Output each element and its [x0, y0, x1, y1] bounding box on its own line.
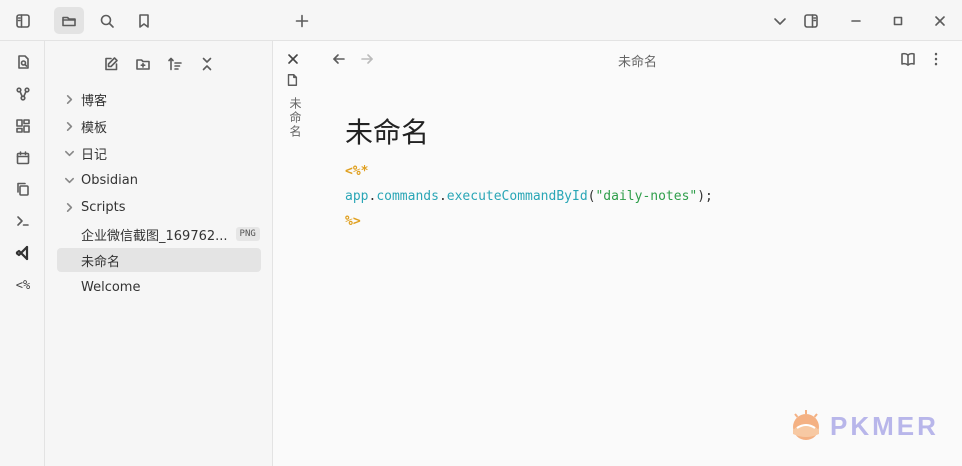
view-title: 未命名	[617, 55, 657, 70]
sidebar-right-icon	[803, 13, 819, 29]
close-icon	[932, 13, 948, 29]
file-type-badge: PNG	[235, 227, 260, 241]
template-open-tag[interactable]: <%*	[345, 164, 368, 179]
minimize-icon	[848, 13, 864, 29]
close-icon	[285, 51, 301, 67]
canvas-button[interactable]	[9, 112, 37, 140]
maximize-window-button[interactable]	[883, 7, 913, 34]
tree-file[interactable]: Welcome	[57, 275, 261, 299]
plus-icon	[294, 13, 310, 29]
new-note-button[interactable]	[100, 53, 122, 75]
tree-folder[interactable]: 模板	[57, 114, 261, 138]
folder-icon	[61, 13, 77, 29]
layout-dashboard-icon	[15, 118, 31, 134]
terminal-icon	[15, 213, 31, 229]
tree-file[interactable]: 企业微信截图_169762... PNG	[57, 222, 261, 246]
graph-icon	[15, 86, 31, 102]
pkmer-text: PKMER	[830, 410, 939, 441]
command-palette-button[interactable]	[9, 207, 37, 235]
book-open-icon	[900, 51, 916, 67]
graph-view-button[interactable]	[9, 80, 37, 108]
collapse-all-button[interactable]	[196, 53, 218, 75]
stacked-tab-title: 未命名	[288, 97, 302, 139]
toggle-left-sidebar-button[interactable]	[8, 7, 38, 34]
templater-icon: <%	[15, 278, 31, 292]
search-icon	[99, 13, 115, 29]
tree-folder[interactable]: 博客	[57, 87, 261, 111]
pkmer-watermark: PKMER	[788, 408, 939, 444]
code-method: executeCommandById	[446, 189, 588, 204]
file-search-icon	[15, 54, 31, 70]
folder-plus-icon	[135, 56, 151, 72]
tree-folder[interactable]: Scripts	[57, 195, 261, 219]
file-icon	[285, 73, 299, 87]
close-window-button[interactable]	[925, 7, 955, 34]
edit-icon	[103, 56, 119, 72]
maximize-icon	[890, 13, 906, 29]
chevron-down-icon	[772, 13, 788, 29]
code-object: app	[345, 189, 369, 204]
calendar-icon	[15, 150, 31, 166]
toggle-right-sidebar-button[interactable]	[796, 7, 826, 34]
sort-icon	[167, 56, 183, 72]
chevron-right-icon	[63, 202, 75, 213]
new-tab-button[interactable]	[287, 7, 317, 34]
editor-pane: 未命名 未命名 <%* app.commands.executeCommandB…	[313, 41, 962, 466]
chevron-right-icon	[63, 94, 75, 105]
more-options-button[interactable]	[928, 51, 944, 67]
sidebar-left-icon	[15, 13, 31, 29]
chevron-down-icon	[63, 175, 75, 186]
bookmark-icon	[136, 13, 152, 29]
vscode-button[interactable]	[9, 239, 37, 267]
file-explorer: 博客 模板 日记 Obsidian Scripts 企业微信截图_169762.…	[45, 41, 273, 466]
new-folder-button[interactable]	[132, 53, 154, 75]
left-header	[0, 0, 273, 41]
tree-folder[interactable]: Obsidian	[57, 168, 261, 192]
bookmarks-tab-button[interactable]	[129, 7, 159, 34]
vscode-icon	[15, 245, 31, 261]
sort-button[interactable]	[164, 53, 186, 75]
note-heading[interactable]: 未命名	[345, 111, 429, 151]
code-string: "daily-notes"	[595, 189, 698, 204]
quick-switcher-button[interactable]	[9, 48, 37, 76]
daily-note-button[interactable]	[9, 144, 37, 172]
chevron-right-icon	[63, 121, 75, 132]
pkmer-logo-icon	[793, 410, 819, 440]
search-tab-button[interactable]	[92, 7, 122, 34]
minimize-window-button[interactable]	[841, 7, 871, 34]
tree-folder[interactable]: 日记	[57, 141, 261, 165]
template-close-tag[interactable]: %>	[345, 214, 361, 229]
collapse-icon	[199, 56, 215, 72]
more-vertical-icon	[928, 51, 944, 67]
code-property: commands	[376, 189, 439, 204]
tree-file-selected[interactable]: 未命名	[57, 248, 261, 272]
chevron-down-icon	[63, 148, 75, 159]
templates-button[interactable]	[9, 175, 37, 203]
stacked-tab[interactable]: 未命名	[273, 41, 313, 466]
close-tab-button[interactable]	[285, 51, 301, 67]
tab-header	[273, 0, 962, 41]
code-line[interactable]: app.commands.executeCommandById("daily-n…	[345, 189, 713, 204]
reading-view-button[interactable]	[900, 51, 916, 67]
tab-list-button[interactable]	[765, 7, 795, 34]
copy-icon	[15, 181, 31, 197]
templater-button[interactable]: <%	[9, 271, 37, 299]
files-tab-button[interactable]	[54, 7, 84, 34]
ribbon: <%	[0, 41, 45, 466]
